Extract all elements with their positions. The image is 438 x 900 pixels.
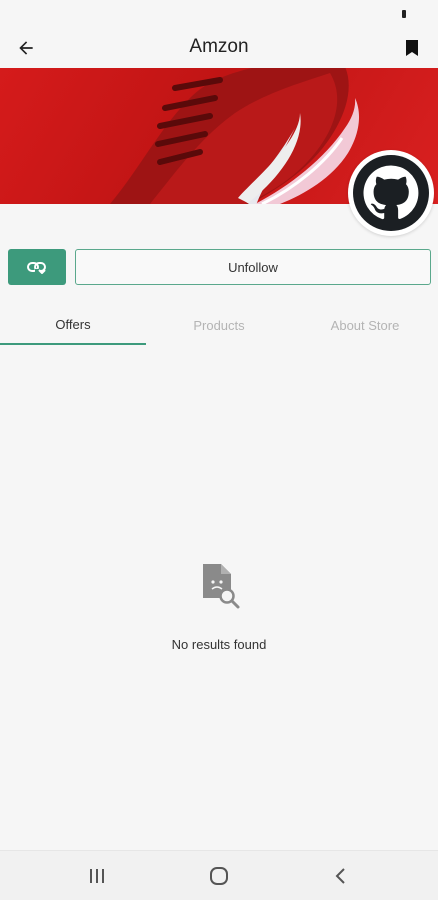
- store-avatar[interactable]: [348, 150, 434, 236]
- home-button[interactable]: [205, 863, 233, 889]
- tab-offers[interactable]: Offers: [0, 305, 146, 345]
- status-bar: [0, 0, 438, 28]
- recent-apps-button[interactable]: [83, 863, 111, 889]
- bookmark-button[interactable]: [398, 34, 426, 62]
- system-nav-bar: [0, 850, 438, 900]
- file-search-icon: [203, 564, 240, 609]
- tab-about-store[interactable]: About Store: [292, 305, 438, 345]
- page-title: Amzon: [189, 36, 249, 57]
- app-bar: Amzon: [0, 28, 438, 68]
- empty-state: No results found: [0, 560, 438, 652]
- unfollow-button[interactable]: Unfollow: [75, 249, 431, 285]
- store-tabs: Offers Products About Store: [0, 305, 438, 345]
- chevron-left-icon: [335, 868, 345, 884]
- bookmark-icon: [406, 40, 418, 56]
- github-icon: [353, 155, 429, 231]
- status-icon: [402, 10, 406, 18]
- empty-message: No results found: [171, 637, 267, 652]
- tab-products[interactable]: Products: [146, 305, 292, 345]
- link-share-icon: [27, 262, 46, 274]
- share-link-button[interactable]: [8, 249, 66, 285]
- system-back-button[interactable]: [327, 863, 355, 889]
- home-icon: [210, 867, 228, 885]
- recent-apps-icon: [90, 869, 104, 883]
